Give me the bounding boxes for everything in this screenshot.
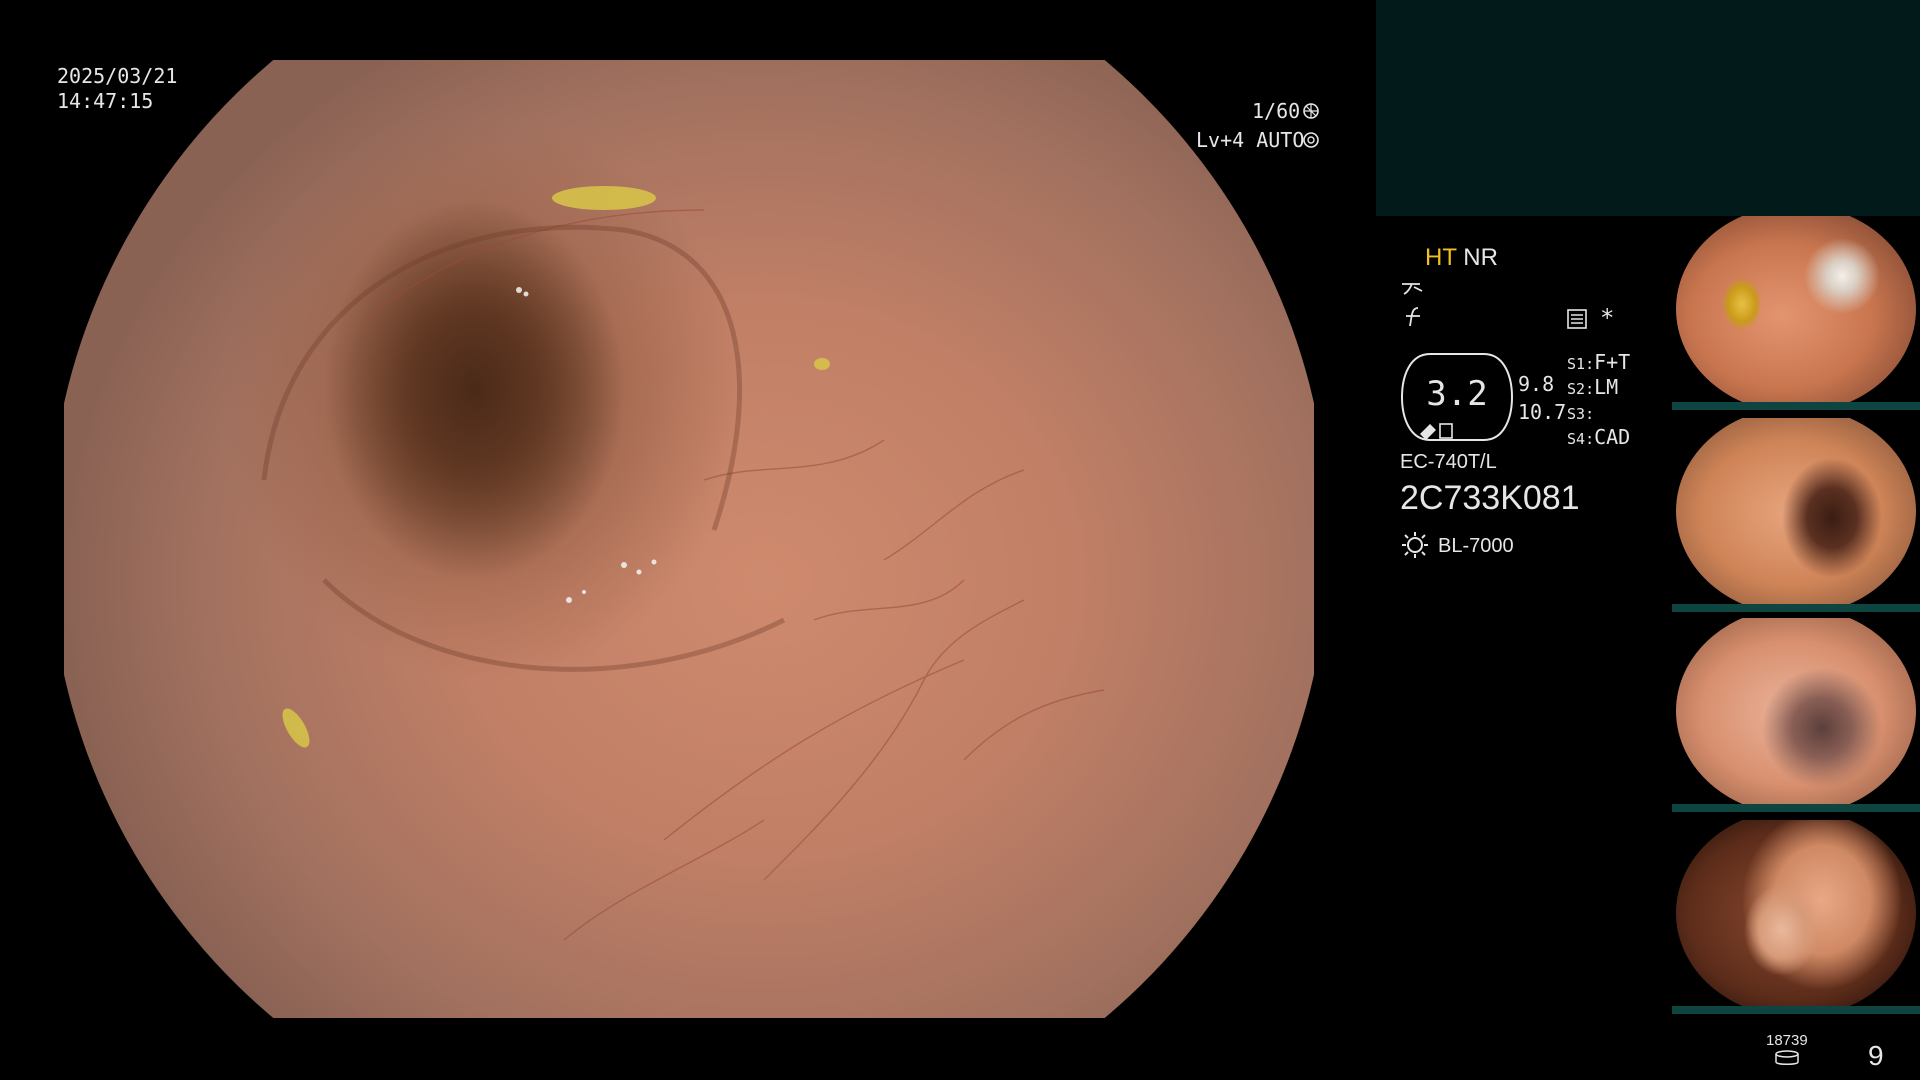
thumbnail-1[interactable] xyxy=(1672,216,1920,410)
thumbnail-image xyxy=(1676,418,1916,604)
storage-icon xyxy=(1774,1050,1800,1070)
exam-date: 2025/03/21 xyxy=(57,64,178,88)
scope-serial: 2C733K081 xyxy=(1400,479,1580,517)
zoom-indicator: 3.2 xyxy=(1400,350,1514,444)
mucosa-vessels xyxy=(261,186,1105,941)
light-source-model: BL-7000 xyxy=(1438,535,1514,557)
settings-list: S1:F+T S2:LM S3: S4:CAD xyxy=(1567,350,1630,450)
storage-index: 9 xyxy=(1868,1040,1884,1071)
thumbnail-bar xyxy=(1672,1006,1920,1014)
filter-icon xyxy=(1402,306,1424,332)
thumbnail-3[interactable] xyxy=(1672,618,1920,812)
value-a: 9.8 xyxy=(1518,372,1555,396)
nr-indicator: NR xyxy=(1463,244,1498,271)
record-settings-icon xyxy=(1566,308,1588,334)
thumbnail-bar xyxy=(1672,402,1920,410)
shutter-icon xyxy=(1302,102,1320,124)
setting-s3: S3: xyxy=(1567,405,1595,423)
shutter-speed: 1/60 xyxy=(1252,99,1301,123)
ht-indicator: HT xyxy=(1425,244,1457,271)
enhancement-icon xyxy=(1400,278,1426,300)
thumbnail-bar xyxy=(1672,604,1920,612)
thumbnail-image xyxy=(1676,820,1916,1006)
thumbnail-2[interactable] xyxy=(1672,418,1920,612)
exam-time: 14:47:15 xyxy=(57,89,154,113)
setting-s1: S1:F+T xyxy=(1567,350,1631,374)
value-b: 10.7 xyxy=(1518,400,1567,424)
thumbnail-bar xyxy=(1672,804,1920,812)
storage-count: 18739 xyxy=(1766,1032,1808,1049)
mode-indicators: HT NR xyxy=(1425,246,1498,270)
setting-s2: S2:LM xyxy=(1567,375,1619,399)
scope-model: EC-740T/L xyxy=(1400,451,1497,473)
iris-icon xyxy=(1302,131,1320,153)
thumbnail-image xyxy=(1676,618,1916,804)
info-panel xyxy=(1376,0,1920,216)
light-source-icon xyxy=(1400,530,1430,564)
thumbnail-image xyxy=(1676,216,1916,402)
thumbnail-4[interactable] xyxy=(1672,820,1920,1014)
setting-s4: S4:CAD xyxy=(1567,425,1631,449)
zoom-value: 3.2 xyxy=(1426,374,1488,414)
exposure-level: Lv+4 AUTO xyxy=(1196,128,1305,152)
asterisk-indicator: * xyxy=(1600,304,1615,332)
endoscope-main-view xyxy=(64,60,1314,1018)
